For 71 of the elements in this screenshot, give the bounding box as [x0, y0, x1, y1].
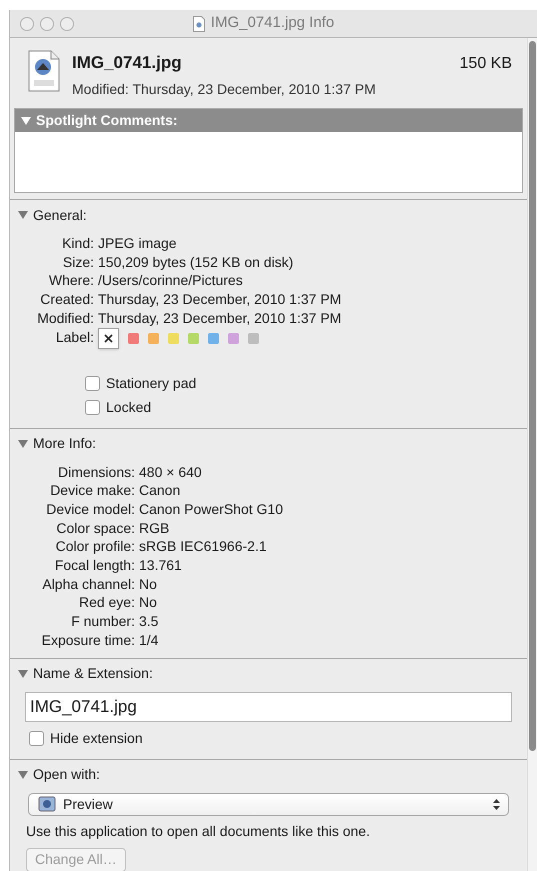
field-label: Created:: [39, 290, 94, 309]
app-icon: [37, 795, 57, 814]
field-label: Where:: [48, 271, 94, 290]
section-header[interactable]: General:: [10, 205, 527, 225]
field-value: No: [139, 574, 158, 594]
expanded-triangle-icon[interactable]: [18, 668, 28, 679]
checkbox[interactable]: [85, 400, 100, 416]
jpeg-file-icon: [28, 50, 60, 92]
field-value: 3.5: [139, 612, 160, 631]
file-size: 150 KB: [460, 54, 512, 74]
field-label: Modified:: [36, 308, 94, 328]
label-color-swatch[interactable]: [168, 333, 179, 344]
up-down-arrows-icon: [493, 798, 500, 810]
label-color-swatch[interactable]: [188, 333, 199, 344]
section-header[interactable]: More Info:: [10, 434, 527, 454]
checkbox[interactable]: [29, 731, 44, 746]
comments-field[interactable]: [15, 132, 522, 192]
checkbox-label: Locked: [106, 398, 152, 418]
field-value: RGB: [139, 518, 170, 538]
label-color-swatch[interactable]: [208, 333, 219, 344]
field-value: /Users/corinne/Pictures: [98, 271, 244, 290]
field-value: 150,209 bytes (152 KB on disk): [98, 252, 294, 272]
modified-date: Modified: Thursday, 23 December, 2010 1:37 PM: [72, 80, 377, 99]
label-color-swatch[interactable]: [148, 333, 159, 344]
expanded-triangle-icon[interactable]: [21, 116, 31, 126]
app-popup-button[interactable]: Preview: [28, 792, 509, 816]
expanded-triangle-icon[interactable]: [18, 770, 28, 780]
field-value: JPEG image: [98, 234, 178, 253]
label-color-swatch[interactable]: [248, 333, 259, 344]
field-value: Thursday, 23 December, 2010 1:37 PM: [98, 308, 342, 328]
field-value: No: [139, 593, 158, 612]
description-text: Use this application to open all documents like this one.: [26, 822, 371, 841]
field-label: Focal length:: [54, 556, 135, 575]
field-label: Label:: [54, 328, 94, 347]
no-label-button[interactable]: [98, 328, 119, 350]
field-label: Color space:: [55, 518, 135, 538]
field-label: Alpha channel:: [41, 574, 135, 594]
label-color-swatch[interactable]: [128, 333, 139, 344]
scroll-bar[interactable]: [527, 38, 537, 871]
field-value: Canon: [139, 481, 182, 500]
expanded-triangle-icon[interactable]: [18, 210, 28, 220]
field-value: 480 × 640: [139, 462, 203, 482]
checkbox-label: Stationery pad: [106, 374, 196, 394]
field-value: 13.761: [139, 556, 183, 575]
name-field[interactable]: IMG_0741.jpg: [25, 692, 512, 722]
expanded-triangle-icon[interactable]: [18, 438, 28, 449]
file-name: IMG_0741.jpg: [72, 52, 182, 74]
x-icon: [104, 334, 113, 344]
checkbox-label: Hide extension: [50, 729, 143, 748]
field-value: Canon PowerShot G10: [139, 500, 284, 519]
document-icon: [192, 16, 205, 32]
section-header[interactable]: Name & Extension:: [10, 664, 527, 684]
checkbox[interactable]: [85, 376, 100, 392]
label-color-swatch[interactable]: [228, 333, 239, 344]
minimize-button[interactable]: [40, 17, 54, 31]
window-title: IMG_0741.jpg Info: [210, 13, 334, 34]
field-label: Device model:: [45, 500, 135, 519]
field-label: Kind:: [61, 234, 94, 253]
zoom-button[interactable]: [60, 17, 74, 31]
field-value: Thursday, 23 December, 2010 1:37 PM: [98, 290, 342, 309]
field-label: F number:: [70, 612, 135, 631]
field-label: Exposure time:: [40, 630, 135, 650]
field-value: sRGB IEC61966-2.1: [139, 537, 268, 556]
field-value: 1/4: [139, 630, 160, 650]
field-label: Color profile:: [54, 537, 135, 556]
field-label: Dimensions:: [56, 462, 135, 482]
field-label: Device make:: [49, 481, 135, 500]
close-button[interactable]: [20, 17, 34, 31]
section-header[interactable]: Open with:: [10, 764, 527, 785]
field-label: Size:: [62, 252, 94, 272]
field-label: Red eye:: [78, 593, 135, 612]
